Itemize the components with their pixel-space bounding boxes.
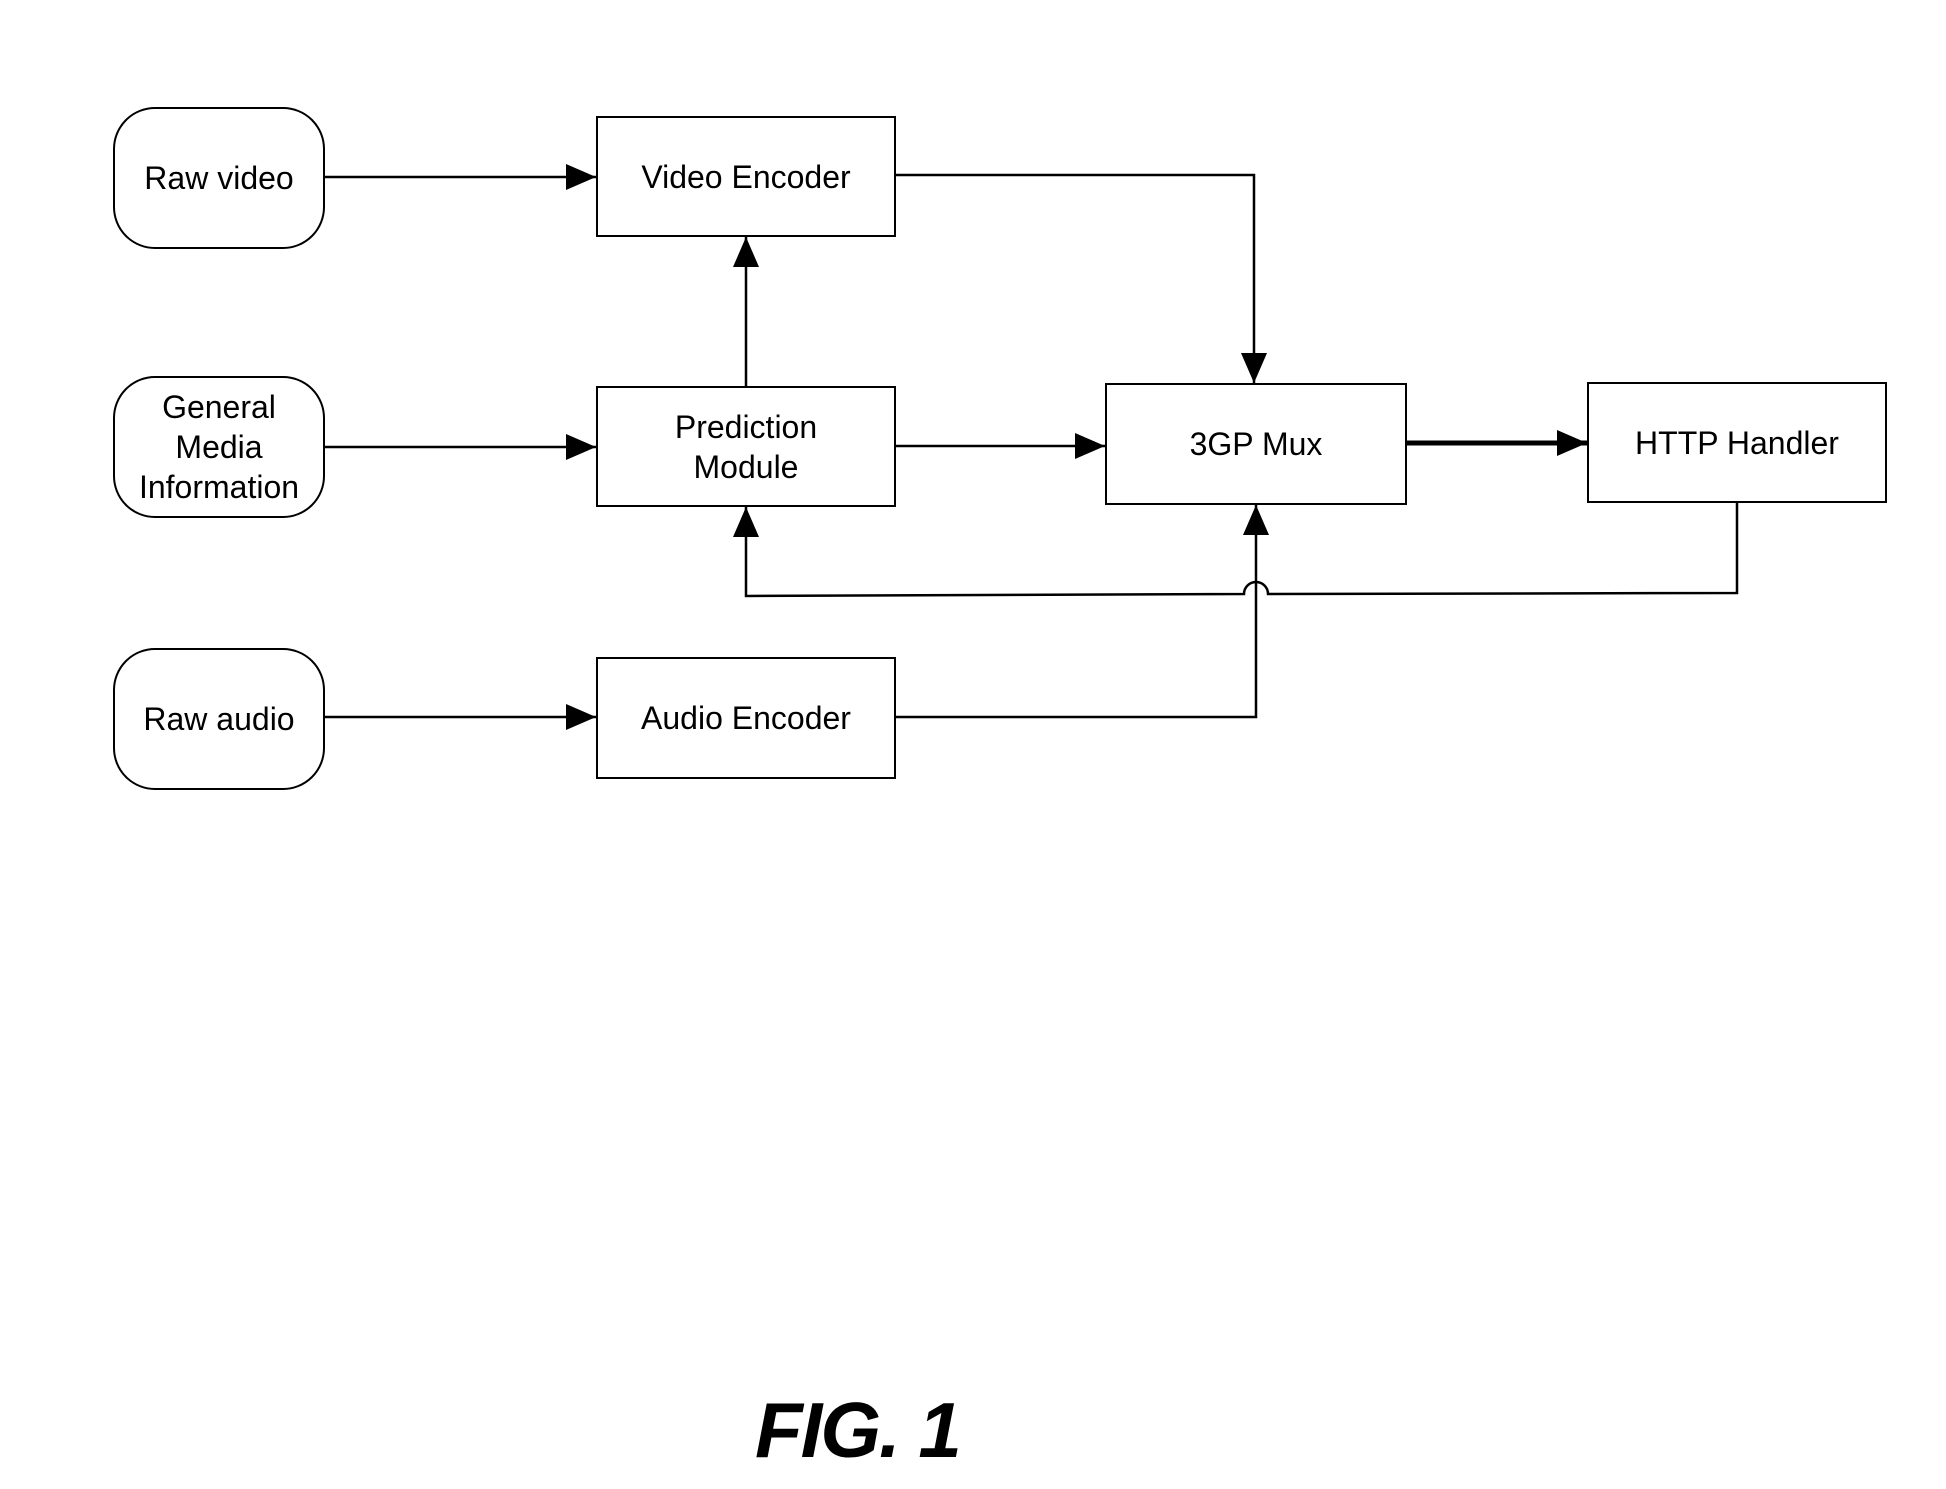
audio-encoder-node: Audio Encoder — [596, 657, 896, 779]
audio-encoder-label: Audio Encoder — [641, 700, 851, 736]
video-encoder-node: Video Encoder — [596, 116, 896, 237]
figure-caption: FIG. 1 — [755, 1386, 962, 1474]
edge-audio-encoder-to-mux — [896, 505, 1269, 719]
3gp-mux-label: 3GP Mux — [1189, 426, 1323, 462]
raw-audio-label: Raw audio — [143, 701, 295, 737]
http-handler-node: HTTP Handler — [1587, 382, 1887, 503]
prediction-module-node: Prediction Module — [596, 386, 896, 507]
prediction-module-label: Prediction Module — [674, 408, 818, 485]
general-media-information-label: General Media Information — [138, 389, 300, 505]
raw-audio-node: Raw audio — [113, 648, 325, 790]
3gp-mux-node: 3GP Mux — [1105, 383, 1407, 505]
edge-http-handler-to-prediction-module — [733, 503, 1739, 598]
video-encoder-label: Video Encoder — [641, 158, 851, 195]
http-handler-label: HTTP Handler — [1635, 424, 1839, 461]
raw-video-node: Raw video — [113, 107, 325, 249]
raw-video-label: Raw video — [144, 160, 294, 196]
general-media-information-node: General Media Information — [113, 376, 325, 518]
edge-video-encoder-to-mux — [896, 173, 1267, 383]
